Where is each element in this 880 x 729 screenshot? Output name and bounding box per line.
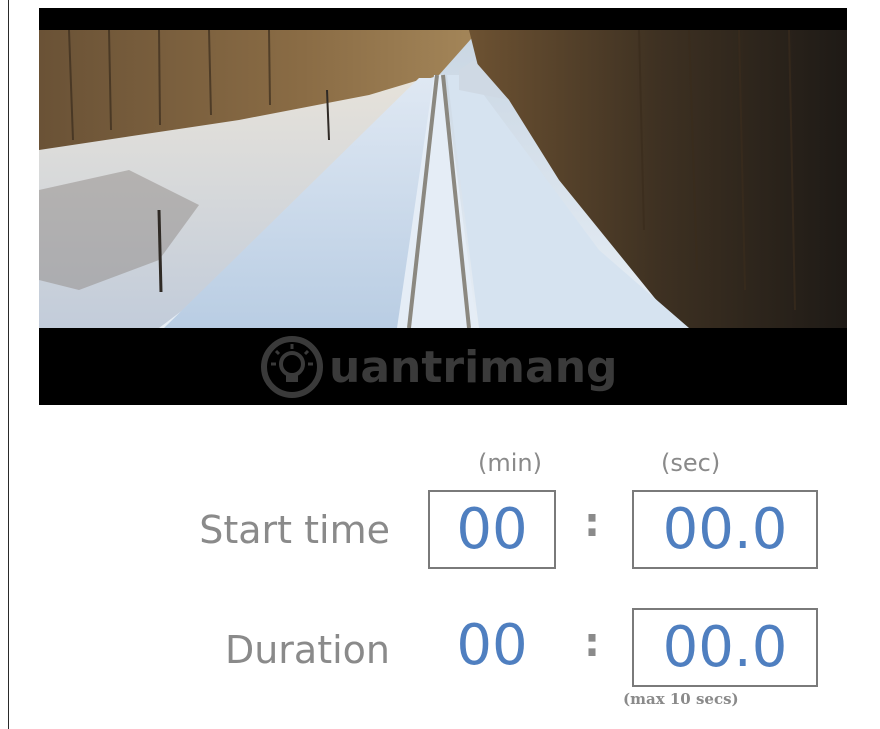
trim-panel: uantrimang (min) (sec) Start time : Dura… xyxy=(0,0,880,729)
panel-border xyxy=(8,0,9,729)
start-time-label: Start time xyxy=(199,508,390,552)
sec-unit-label: (sec) xyxy=(661,449,721,477)
duration-label: Duration xyxy=(224,628,390,672)
start-time-separator: : xyxy=(584,500,600,546)
start-seconds-input[interactable] xyxy=(632,490,818,569)
min-unit-label: (min) xyxy=(478,449,542,477)
watermark: uantrimang xyxy=(259,328,639,405)
lightbulb-icon xyxy=(261,336,323,398)
watermark-text: uantrimang xyxy=(329,342,618,393)
video-preview[interactable]: uantrimang xyxy=(39,8,847,405)
start-minutes-input[interactable] xyxy=(428,490,556,569)
video-frame xyxy=(39,30,847,328)
duration-minutes-value: 00 xyxy=(456,613,528,678)
duration-seconds-input[interactable] xyxy=(632,608,818,687)
max-duration-note: (max 10 secs) xyxy=(623,690,739,708)
duration-separator: : xyxy=(584,620,600,666)
